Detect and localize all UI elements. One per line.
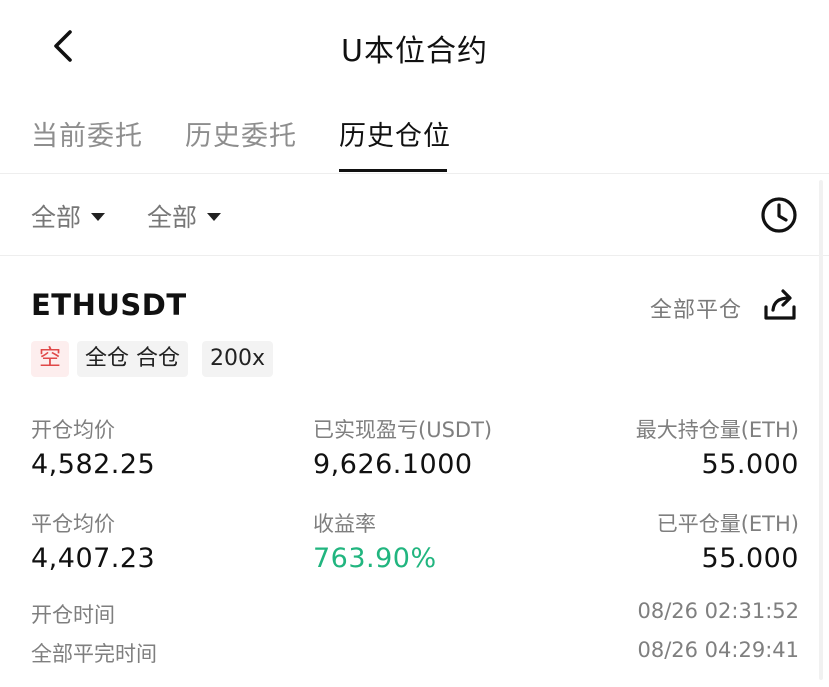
open-avg-value: 4,582.25 [31, 449, 156, 480]
max-hold-label: 最大持仓量(ETH) [635, 418, 799, 442]
full-close-time-value: 08/26 04:29:41 [637, 638, 799, 662]
margin-mode-tag: 全仓 合仓 [77, 341, 188, 377]
type-filter-label: 全部 [31, 203, 82, 232]
share-button[interactable] [762, 287, 798, 323]
time-filter-button[interactable] [758, 194, 800, 236]
side-filter-label: 全部 [147, 203, 198, 232]
page-title: U本位合约 [341, 34, 488, 69]
caret-down-icon [91, 213, 106, 221]
open-time-label: 开仓时间 [31, 603, 115, 627]
open-avg-label: 开仓均价 [31, 418, 115, 442]
tab-bar: 当前委托 历史委托 历史仓位 [0, 100, 829, 174]
full-close-time-label: 全部平完时间 [31, 642, 157, 666]
max-hold-value: 55.000 [701, 449, 799, 480]
realized-pnl-label: 已实现盈亏(USDT) [313, 418, 493, 442]
closed-qty-value: 55.000 [701, 543, 799, 574]
close-avg-value: 4,407.23 [31, 543, 156, 574]
roi-value: 763.90% [313, 543, 437, 574]
caret-down-icon [207, 213, 222, 221]
position-symbol: ETHUSDT [31, 288, 187, 322]
tab-order-history[interactable]: 历史委托 [185, 114, 297, 153]
clock-icon [761, 197, 797, 233]
side-filter-dropdown[interactable]: 全部 [147, 198, 222, 234]
realized-pnl-value: 9,626.1000 [313, 449, 473, 480]
tab-current-orders[interactable]: 当前委托 [31, 114, 143, 153]
scrollbar[interactable] [819, 180, 823, 680]
leverage-tag: 200x [202, 341, 274, 377]
close-all-button[interactable]: 全部平仓 [650, 292, 742, 324]
history-positions-page: U本位合约 当前委托 历史委托 历史仓位 全部 全部 ETHUSDT 全部平仓 [0, 0, 829, 687]
header: U本位合约 [0, 0, 829, 92]
type-filter-dropdown[interactable]: 全部 [31, 198, 106, 234]
open-time-value: 08/26 02:31:52 [637, 599, 799, 623]
direction-tag: 空 [31, 341, 70, 377]
close-avg-label: 平仓均价 [31, 512, 115, 536]
share-icon [764, 289, 796, 320]
tab-position-history[interactable]: 历史仓位 [339, 114, 451, 153]
active-tab-indicator [339, 169, 447, 172]
roi-label: 收益率 [313, 512, 376, 536]
closed-qty-label: 已平仓量(ETH) [656, 512, 799, 536]
filter-bar: 全部 全部 [0, 174, 829, 256]
